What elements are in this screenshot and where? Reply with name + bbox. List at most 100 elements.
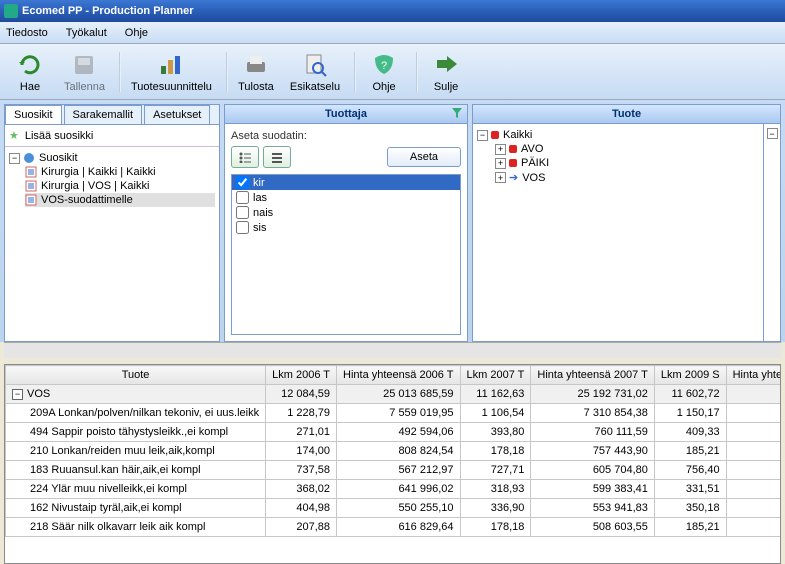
col-hinta2009s[interactable]: Hinta yhteensä 2009 S <box>726 366 780 385</box>
product-label: PÄIKI <box>521 157 549 169</box>
red-dot-icon <box>509 159 517 167</box>
compact-view-button[interactable] <box>263 146 291 168</box>
col-lkm2009s[interactable]: Lkm 2009 S <box>654 366 726 385</box>
separator <box>416 52 418 92</box>
tuottaja-panel: Tuottaja Aseta suodatin: Aseta kir las n… <box>224 104 468 342</box>
check-item-sis[interactable]: sis <box>232 220 460 235</box>
menu-tyokalut[interactable]: Työkalut <box>66 27 107 39</box>
esikatselu-button[interactable]: Esikatselu <box>284 49 346 95</box>
window-title: Ecomed PP - Production Planner <box>22 5 194 17</box>
tree-root-label: Suosikit <box>39 152 78 164</box>
tab-suosikit[interactable]: Suosikit <box>5 105 62 124</box>
check-item-kir[interactable]: kir <box>232 175 460 190</box>
expand-icon[interactable]: + <box>495 172 506 183</box>
print-icon <box>242 51 270 79</box>
app-icon <box>4 4 18 18</box>
titlebar: Ecomed PP - Production Planner <box>0 0 785 22</box>
left-tabs: Suosikit Sarakemallit Asetukset <box>5 105 219 125</box>
collapse-icon[interactable]: − <box>12 389 23 400</box>
add-favorite[interactable]: ★ Lisää suosikki <box>5 125 219 147</box>
check-label: las <box>253 192 267 204</box>
tallenna-button[interactable]: Tallenna <box>58 49 111 95</box>
h-scrollbar[interactable] <box>4 342 781 358</box>
product-item[interactable]: + AVO <box>495 142 759 156</box>
expand-icon[interactable]: + <box>495 144 506 155</box>
check-label: kir <box>253 177 265 189</box>
filter-controls: Aseta suodatin: Aseta <box>225 124 467 174</box>
menu-ohje[interactable]: Ohje <box>125 27 148 39</box>
group-row[interactable]: −VOS 12 084,5925 013 685,5911 162,63 25 … <box>6 385 781 404</box>
tree-root[interactable]: − Suosikit <box>9 151 215 165</box>
data-grid: Tuote Lkm 2006 T Hinta yhteensä 2006 T L… <box>4 364 781 564</box>
table-row[interactable]: 162 Nivustaip tyräl,aik,ei kompl 404,985… <box>6 499 781 518</box>
funnel-icon[interactable] <box>451 107 463 119</box>
tree-item-selected[interactable]: VOS-suodattimelle <box>25 193 215 207</box>
collapse-icon[interactable]: − <box>767 128 778 139</box>
filter-label: Aseta suodatin: <box>231 130 461 142</box>
collapse-icon[interactable]: − <box>477 130 488 141</box>
tuottaja-header-label: Tuottaja <box>325 108 367 120</box>
separator <box>119 52 121 92</box>
separator <box>354 52 356 92</box>
product-tree: − Kaikki + AVO + PÄIKI +➔VOS <box>473 124 763 189</box>
col-lkm2006t[interactable]: Lkm 2006 T <box>266 366 337 385</box>
product-item-selected[interactable]: +➔VOS <box>495 170 759 185</box>
expand-icon[interactable]: + <box>495 158 506 169</box>
list-icon <box>25 166 37 178</box>
ohje-label: Ohje <box>372 81 395 93</box>
col-hinta2007t[interactable]: Hinta yhteensä 2007 T <box>531 366 654 385</box>
hae-button[interactable]: Hae <box>6 49 54 95</box>
tallenna-label: Tallenna <box>64 81 105 93</box>
left-panel: Suosikit Sarakemallit Asetukset ★ Lisää … <box>4 104 220 342</box>
check-label: sis <box>253 222 266 234</box>
tree-item[interactable]: Kirurgia | VOS | Kaikki <box>25 179 215 193</box>
table-row[interactable]: 183 Ruuansul.kan häir,aik,ei kompl 737,5… <box>6 461 781 480</box>
check-label: nais <box>253 207 273 219</box>
save-icon <box>70 51 98 79</box>
table-row[interactable]: 494 Sappir poisto tähystysleikk.,ei komp… <box>6 423 781 442</box>
table-row[interactable]: 209A Lonkan/polven/nilkan tekoniv, ei uu… <box>6 404 781 423</box>
aseta-button[interactable]: Aseta <box>387 147 461 167</box>
help-icon: ? <box>370 51 398 79</box>
col-tuote[interactable]: Tuote <box>6 366 266 385</box>
product-root-label: Kaikki <box>503 129 532 141</box>
check-item-las[interactable]: las <box>232 190 460 205</box>
check-item-nais[interactable]: nais <box>232 205 460 220</box>
col-lkm2007t[interactable]: Lkm 2007 T <box>460 366 531 385</box>
svg-text:?: ? <box>381 60 387 72</box>
add-favorite-label: Lisää suosikki <box>25 130 93 142</box>
product-label: AVO <box>521 143 543 155</box>
tree-item-label: VOS-suodattimelle <box>41 194 133 206</box>
checkbox[interactable] <box>236 221 249 234</box>
sulje-button[interactable]: Sulje <box>422 49 470 95</box>
separator <box>226 52 228 92</box>
tuottaja-header: Tuottaja <box>225 105 467 124</box>
tree-item[interactable]: Kirurgia | Kaikki | Kaikki <box>25 165 215 179</box>
close-icon <box>432 51 460 79</box>
checkbox[interactable] <box>236 206 249 219</box>
collapse-icon[interactable]: − <box>9 153 20 164</box>
tuote-header: Tuote <box>473 105 780 124</box>
tree-item-label: Kirurgia | VOS | Kaikki <box>41 180 149 192</box>
list-view-button[interactable] <box>231 146 259 168</box>
table-row[interactable]: 218 Säär nilk olkavarr leik aik kompl 20… <box>6 518 781 537</box>
workarea: Suosikit Sarakemallit Asetukset ★ Lisää … <box>0 100 785 342</box>
product-item[interactable]: + PÄIKI <box>495 156 759 170</box>
tree-item-label: Kirurgia | Kaikki | Kaikki <box>41 166 156 178</box>
ohje-button[interactable]: ? Ohje <box>360 49 408 95</box>
table-row[interactable]: 224 Ylär muu nivelleikk,ei kompl 368,026… <box>6 480 781 499</box>
col-hinta2006t[interactable]: Hinta yhteensä 2006 T <box>337 366 460 385</box>
checkbox[interactable] <box>236 191 249 204</box>
arrow-icon: ➔ <box>509 171 518 184</box>
table-row[interactable]: 210 Lonkan/reiden muu leik,aik,kompl 174… <box>6 442 781 461</box>
tulosta-button[interactable]: Tulosta <box>232 49 280 95</box>
tab-sarakemallit[interactable]: Sarakemallit <box>64 105 143 124</box>
tuotesuunnittelu-button[interactable]: Tuotesuunnittelu <box>125 49 218 95</box>
red-dot-icon <box>491 131 499 139</box>
menu-tiedosto[interactable]: Tiedosto <box>6 27 48 39</box>
globe-icon <box>23 152 35 164</box>
product-root[interactable]: − Kaikki <box>477 128 759 142</box>
chart-icon <box>157 51 185 79</box>
checkbox[interactable] <box>236 176 249 189</box>
tab-asetukset[interactable]: Asetukset <box>144 105 210 124</box>
